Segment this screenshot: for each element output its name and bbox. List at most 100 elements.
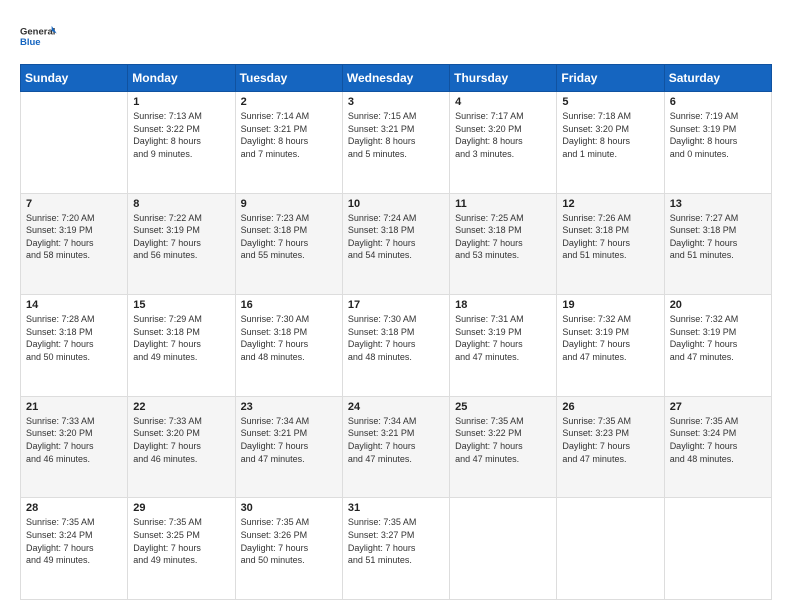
day-number: 27	[670, 401, 766, 413]
day-number: 17	[348, 299, 444, 311]
day-cell: 20Sunrise: 7:32 AM Sunset: 3:19 PM Dayli…	[664, 295, 771, 397]
day-number: 9	[241, 198, 337, 210]
col-header-saturday: Saturday	[664, 65, 771, 92]
day-info: Sunrise: 7:35 AM Sunset: 3:23 PM Dayligh…	[562, 415, 658, 465]
day-cell	[21, 92, 128, 194]
day-number: 22	[133, 401, 229, 413]
day-cell: 5 Sunrise: 7:18 AM Sunset: 3:20 PM Daylig…	[557, 92, 664, 194]
day-number: 2	[241, 96, 337, 108]
day-cell: 31 Sunrise: 7:35 AM Sunset: 3:27 PM Dayli…	[342, 498, 449, 600]
day-info: Sunrise: 7:33 AM Sunset: 3:20 PM Dayligh…	[26, 415, 122, 465]
col-header-monday: Monday	[128, 65, 235, 92]
day-cell: 26 Sunrise: 7:35 AM Sunset: 3:23 PM Dayli…	[557, 396, 664, 498]
day-info: Sunrise: 7:35 AM Sunset: 3:26 PM Dayligh…	[241, 516, 337, 566]
day-cell: 16 Sunrise: 7:30 AM Sunset: 3:18 PM Dayli…	[235, 295, 342, 397]
day-number: 31	[348, 502, 444, 514]
day-info: Sunrise: 7:30 AM Sunset: 3:18 PM Dayligh…	[348, 313, 444, 363]
day-info: Sunrise: 7:32 AM Sunset: 3:19 PM Dayligh…	[562, 313, 658, 363]
page: General Blue SundayMondayTuesdayWednesda…	[0, 0, 792, 612]
day-info: Sunrise: 7:28 AM Sunset: 3:18 PM Dayligh…	[26, 313, 122, 363]
day-info: Sunrise: 7:29 AM Sunset: 3:18 PM Dayligh…	[133, 313, 229, 363]
day-cell: 3 Sunrise: 7:15 AM Sunset: 3:21 PM Daylig…	[342, 92, 449, 194]
day-cell: 23 Sunrise: 7:34 AM Sunset: 3:21 PM Dayli…	[235, 396, 342, 498]
day-info: Sunrise: 7:14 AM Sunset: 3:21 PM Dayligh…	[241, 110, 337, 160]
col-header-tuesday: Tuesday	[235, 65, 342, 92]
day-number: 20	[670, 299, 766, 311]
day-info: Sunrise: 7:20 AM Sunset: 3:19 PM Dayligh…	[26, 212, 122, 262]
day-info: Sunrise: 7:35 AM Sunset: 3:24 PM Dayligh…	[26, 516, 122, 566]
day-number: 13	[670, 198, 766, 210]
day-number: 26	[562, 401, 658, 413]
day-number: 24	[348, 401, 444, 413]
day-cell: 24 Sunrise: 7:34 AM Sunset: 3:21 PM Dayli…	[342, 396, 449, 498]
logo: General Blue	[20, 18, 58, 54]
svg-text:General: General	[20, 27, 55, 38]
day-number: 29	[133, 502, 229, 514]
day-cell: 12Sunrise: 7:26 AM Sunset: 3:18 PM Dayli…	[557, 193, 664, 295]
day-info: Sunrise: 7:34 AM Sunset: 3:21 PM Dayligh…	[348, 415, 444, 465]
day-info: Sunrise: 7:17 AM Sunset: 3:20 PM Dayligh…	[455, 110, 551, 160]
day-info: Sunrise: 7:30 AM Sunset: 3:18 PM Dayligh…	[241, 313, 337, 363]
day-number: 28	[26, 502, 122, 514]
day-info: Sunrise: 7:19 AM Sunset: 3:19 PM Dayligh…	[670, 110, 766, 160]
day-info: Sunrise: 7:23 AM Sunset: 3:18 PM Dayligh…	[241, 212, 337, 262]
day-cell: 13 Sunrise: 7:27 AM Sunset: 3:18 PM Dayli…	[664, 193, 771, 295]
day-cell: 1 Sunrise: 7:13 AM Sunset: 3:22 PM Daylig…	[128, 92, 235, 194]
day-info: Sunrise: 7:31 AM Sunset: 3:19 PM Dayligh…	[455, 313, 551, 363]
header-row: SundayMondayTuesdayWednesdayThursdayFrid…	[21, 65, 772, 92]
day-cell: 22 Sunrise: 7:33 AM Sunset: 3:20 PM Dayli…	[128, 396, 235, 498]
week-row-4: 21 Sunrise: 7:33 AM Sunset: 3:20 PM Dayli…	[21, 396, 772, 498]
col-header-wednesday: Wednesday	[342, 65, 449, 92]
day-cell: 18 Sunrise: 7:31 AM Sunset: 3:19 PM Dayli…	[450, 295, 557, 397]
svg-text:Blue: Blue	[20, 37, 41, 48]
day-number: 8	[133, 198, 229, 210]
day-cell: 11Sunrise: 7:25 AM Sunset: 3:18 PM Dayli…	[450, 193, 557, 295]
day-number: 3	[348, 96, 444, 108]
day-number: 16	[241, 299, 337, 311]
day-cell: 21 Sunrise: 7:33 AM Sunset: 3:20 PM Dayli…	[21, 396, 128, 498]
day-cell: 29 Sunrise: 7:35 AM Sunset: 3:25 PM Dayli…	[128, 498, 235, 600]
day-cell: 10Sunrise: 7:24 AM Sunset: 3:18 PM Dayli…	[342, 193, 449, 295]
day-cell: 4Sunrise: 7:17 AM Sunset: 3:20 PM Daylig…	[450, 92, 557, 194]
day-number: 1	[133, 96, 229, 108]
day-number: 10	[348, 198, 444, 210]
day-info: Sunrise: 7:35 AM Sunset: 3:22 PM Dayligh…	[455, 415, 551, 465]
col-header-friday: Friday	[557, 65, 664, 92]
week-row-1: 1 Sunrise: 7:13 AM Sunset: 3:22 PM Daylig…	[21, 92, 772, 194]
day-info: Sunrise: 7:22 AM Sunset: 3:19 PM Dayligh…	[133, 212, 229, 262]
day-number: 23	[241, 401, 337, 413]
day-info: Sunrise: 7:27 AM Sunset: 3:18 PM Dayligh…	[670, 212, 766, 262]
week-row-2: 7Sunrise: 7:20 AM Sunset: 3:19 PM Daylig…	[21, 193, 772, 295]
day-number: 12	[562, 198, 658, 210]
day-cell: 17 Sunrise: 7:30 AM Sunset: 3:18 PM Dayli…	[342, 295, 449, 397]
day-cell: 15Sunrise: 7:29 AM Sunset: 3:18 PM Dayli…	[128, 295, 235, 397]
day-info: Sunrise: 7:35 AM Sunset: 3:25 PM Dayligh…	[133, 516, 229, 566]
day-number: 6	[670, 96, 766, 108]
day-cell	[664, 498, 771, 600]
day-cell	[557, 498, 664, 600]
logo-svg: General Blue	[20, 18, 58, 54]
day-info: Sunrise: 7:35 AM Sunset: 3:27 PM Dayligh…	[348, 516, 444, 566]
day-number: 21	[26, 401, 122, 413]
day-info: Sunrise: 7:25 AM Sunset: 3:18 PM Dayligh…	[455, 212, 551, 262]
day-cell: 27 Sunrise: 7:35 AM Sunset: 3:24 PM Dayli…	[664, 396, 771, 498]
day-cell: 2 Sunrise: 7:14 AM Sunset: 3:21 PM Daylig…	[235, 92, 342, 194]
day-info: Sunrise: 7:33 AM Sunset: 3:20 PM Dayligh…	[133, 415, 229, 465]
day-number: 5	[562, 96, 658, 108]
day-cell: 30 Sunrise: 7:35 AM Sunset: 3:26 PM Dayli…	[235, 498, 342, 600]
day-info: Sunrise: 7:34 AM Sunset: 3:21 PM Dayligh…	[241, 415, 337, 465]
day-cell: 8 Sunrise: 7:22 AM Sunset: 3:19 PM Daylig…	[128, 193, 235, 295]
day-cell	[450, 498, 557, 600]
col-header-thursday: Thursday	[450, 65, 557, 92]
day-info: Sunrise: 7:35 AM Sunset: 3:24 PM Dayligh…	[670, 415, 766, 465]
calendar-table: SundayMondayTuesdayWednesdayThursdayFrid…	[20, 64, 772, 600]
week-row-5: 28 Sunrise: 7:35 AM Sunset: 3:24 PM Dayli…	[21, 498, 772, 600]
day-number: 30	[241, 502, 337, 514]
day-info: Sunrise: 7:15 AM Sunset: 3:21 PM Dayligh…	[348, 110, 444, 160]
week-row-3: 14Sunrise: 7:28 AM Sunset: 3:18 PM Dayli…	[21, 295, 772, 397]
day-cell: 6 Sunrise: 7:19 AM Sunset: 3:19 PM Daylig…	[664, 92, 771, 194]
day-info: Sunrise: 7:18 AM Sunset: 3:20 PM Dayligh…	[562, 110, 658, 160]
day-number: 18	[455, 299, 551, 311]
day-info: Sunrise: 7:13 AM Sunset: 3:22 PM Dayligh…	[133, 110, 229, 160]
day-cell: 9 Sunrise: 7:23 AM Sunset: 3:18 PM Daylig…	[235, 193, 342, 295]
